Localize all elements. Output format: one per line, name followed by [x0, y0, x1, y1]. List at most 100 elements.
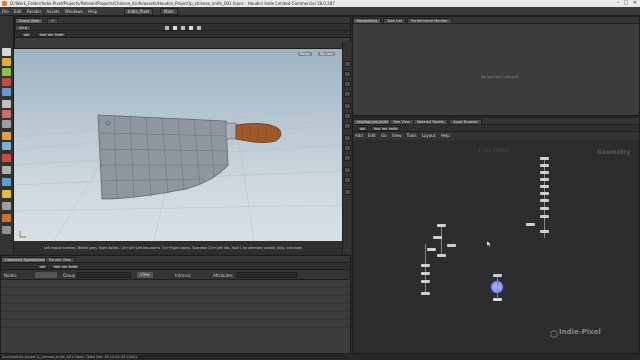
network-node[interactable]	[433, 236, 442, 239]
maximize-button[interactable]: □	[622, 0, 630, 7]
menu-windows[interactable]: Windows	[63, 7, 85, 16]
camera-tool-icon[interactable]	[2, 166, 11, 174]
lighting-icon[interactable]	[344, 81, 351, 87]
snap-tool-icon[interactable]	[2, 132, 11, 140]
network-node[interactable]	[540, 178, 549, 181]
move-tool-icon[interactable]	[2, 58, 11, 66]
desktop-tab-main[interactable]: Main	[160, 8, 178, 15]
network-node[interactable]	[421, 264, 430, 267]
network-node[interactable]	[526, 223, 535, 226]
network-node[interactable]	[540, 199, 549, 202]
network-editor-pane: /obj/low_res_knife Tree View Material Pa…	[352, 117, 640, 354]
path-low-res-knife[interactable]: low_res_knife	[37, 32, 67, 37]
view-dropdown[interactable]: View	[137, 272, 153, 278]
col-intrinsic: Intrinsic	[175, 273, 191, 278]
network-menu-add[interactable]: Add	[353, 132, 365, 140]
network-node[interactable]	[540, 230, 549, 233]
spreadsheet-path-obj[interactable]: obj	[37, 264, 49, 269]
node-wire	[441, 224, 442, 254]
spreadsheet-path-knife[interactable]: low_res_knife	[51, 264, 81, 269]
group-field[interactable]	[77, 272, 131, 278]
desktop-tab-indie-pixel[interactable]: Indie_Pixel	[124, 8, 154, 15]
node-wire	[544, 158, 545, 238]
network-node[interactable]	[540, 207, 549, 210]
network-node[interactable]	[427, 248, 436, 251]
network-menu-layout[interactable]: Layout	[420, 132, 438, 140]
grid-tool-icon[interactable]	[2, 142, 11, 150]
ghost-icon[interactable]	[344, 91, 351, 97]
network-node[interactable]	[540, 171, 549, 174]
tab-performance-monitor[interactable]: Performance Monitor	[407, 18, 452, 24]
tool-shelf	[0, 16, 14, 254]
network-node[interactable]	[437, 254, 446, 257]
background-icon[interactable]	[344, 145, 351, 151]
network-node[interactable]	[540, 157, 549, 160]
path-obj[interactable]: obj	[21, 32, 33, 37]
network-menu-tools[interactable]: Tools	[405, 132, 419, 140]
wireframe-tool-icon[interactable]	[2, 202, 11, 210]
view-tool-icon[interactable]	[2, 120, 11, 128]
network-node[interactable]	[540, 185, 549, 188]
network-context-type: Geometry	[597, 149, 631, 156]
display-option-icon[interactable]	[344, 61, 351, 67]
minimize-button[interactable]: –	[614, 0, 622, 7]
table-row	[1, 280, 350, 288]
parameters-pane: Parameters Take List Performance Monitor…	[352, 16, 640, 116]
bounding-box-icon[interactable]	[344, 123, 351, 129]
shading-mode-icon[interactable]	[344, 71, 351, 77]
brush-tool-icon[interactable]	[2, 110, 11, 118]
col-attributes: Attributes	[213, 273, 233, 278]
network-node[interactable]	[421, 280, 430, 283]
pose-tool-icon[interactable]	[2, 100, 11, 108]
snapshot-icon[interactable]	[344, 167, 351, 173]
watermark-text: Indie-Pixel	[559, 328, 601, 336]
rotate-tool-icon[interactable]	[2, 68, 11, 76]
network-node[interactable]	[421, 292, 430, 295]
component-selector[interactable]	[35, 272, 57, 278]
node-wire	[497, 277, 498, 299]
viewport-display-toolbar	[342, 41, 351, 254]
network-node[interactable]	[421, 272, 430, 275]
shading-tool-icon[interactable]	[2, 214, 11, 222]
network-node[interactable]	[540, 215, 549, 218]
scene-path-bar: obj low_res_knife	[15, 31, 350, 38]
display-tool-icon[interactable]	[2, 190, 11, 198]
3d-viewport[interactable]: Persp No cam	[14, 49, 342, 241]
viewport-toolbar-icons[interactable]	[163, 25, 223, 31]
render-region-icon[interactable]	[344, 189, 351, 195]
select-tool-icon[interactable]	[2, 48, 11, 56]
network-menu-help[interactable]: Help	[439, 132, 452, 140]
tab-take-list[interactable]: Take List	[383, 18, 406, 24]
menu-file[interactable]: File	[0, 7, 11, 16]
magnet-tool-icon[interactable]	[2, 154, 11, 162]
network-node[interactable]	[447, 244, 456, 247]
menu-help[interactable]: Help	[86, 7, 99, 16]
network-node[interactable]	[540, 192, 549, 195]
close-button[interactable]: ✕	[631, 0, 639, 7]
network-path-knife[interactable]: low_res_knife	[371, 126, 401, 131]
network-menu-edit[interactable]: Edit	[366, 132, 378, 140]
handle-tool-icon[interactable]	[2, 88, 11, 96]
network-menu-view[interactable]: View	[390, 132, 404, 140]
viewport-persp-label[interactable]: Persp	[298, 52, 312, 56]
menu-edit[interactable]: Edit	[12, 7, 24, 16]
light-tool-icon[interactable]	[2, 178, 11, 186]
viewport-camera-label[interactable]: No cam	[318, 52, 336, 56]
attributes-field[interactable]	[237, 272, 297, 278]
network-canvas[interactable]: Indie Edition Geometry Indie-Pixel	[353, 140, 639, 353]
menu-assets[interactable]: Assets	[45, 7, 62, 16]
network-menu-go[interactable]: Go	[379, 132, 389, 140]
flipbook-icon[interactable]	[344, 177, 351, 183]
scale-tool-icon[interactable]	[2, 78, 11, 86]
menu-render[interactable]: Render	[25, 7, 43, 16]
points-icon[interactable]	[344, 103, 351, 109]
grid-display-icon[interactable]	[344, 135, 351, 141]
network-node[interactable]	[540, 164, 549, 167]
tab-parameters[interactable]: Parameters	[353, 18, 382, 24]
settings-tool-icon[interactable]	[2, 226, 11, 234]
network-path-obj[interactable]: obj	[357, 126, 369, 131]
network-node[interactable]	[437, 224, 446, 227]
mouse-cursor-icon	[487, 241, 492, 247]
safe-area-icon[interactable]	[344, 155, 351, 161]
normals-icon[interactable]	[344, 113, 351, 119]
